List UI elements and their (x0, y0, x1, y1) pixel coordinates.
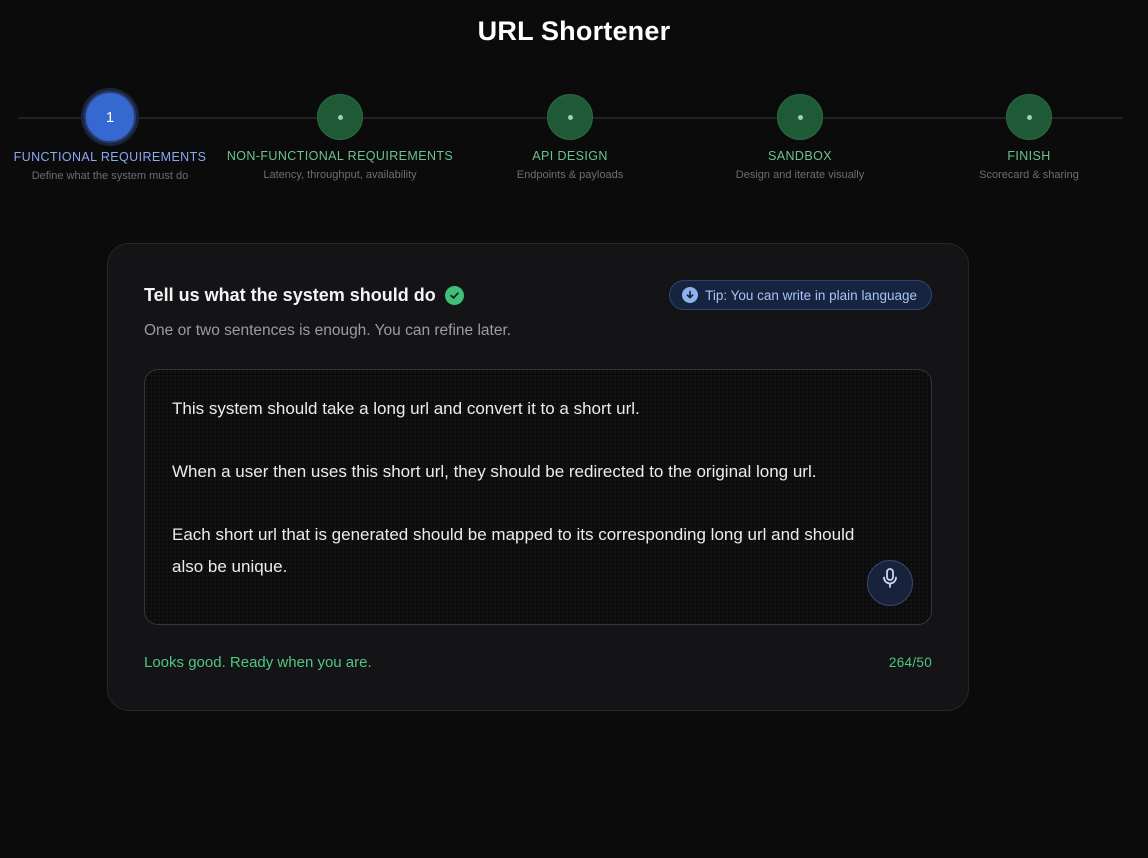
character-counter: 264/50 (888, 655, 932, 670)
step-circle (317, 94, 363, 140)
step-functional-requirements[interactable]: 1 FUNCTIONAL REQUIREMENTS Define what th… (0, 90, 235, 182)
step-description: Scorecard & sharing (979, 169, 1079, 181)
microphone-icon (880, 567, 900, 600)
step-description: Design and iterate visually (735, 169, 865, 181)
step-api-design[interactable]: API DESIGN Endpoints & payloads (445, 90, 695, 181)
step-circle (777, 94, 823, 140)
step-circle (547, 94, 593, 140)
page: URL Shortener 1 FUNCTIONAL REQUIREMENTS … (0, 0, 1148, 858)
dot-icon (567, 114, 573, 120)
textarea-paragraph: This system should take a long url and c… (172, 399, 640, 418)
step-finish[interactable]: FINISH Scorecard & sharing (904, 90, 1148, 181)
requirements-textarea[interactable]: This system should take a long url and c… (144, 369, 932, 625)
check-circle-icon (444, 286, 464, 305)
dot-icon (337, 114, 343, 120)
step-description: Latency, throughput, availability (263, 169, 417, 181)
step-label: FINISH (1007, 149, 1051, 163)
step-description: Endpoints & payloads (516, 169, 624, 181)
step-label: FUNCTIONAL REQUIREMENTS (13, 150, 207, 164)
dot-icon (1026, 114, 1032, 120)
card-subtitle: One or two sentences is enough. You can … (144, 322, 512, 339)
textarea-paragraph: When a user then uses this short url, th… (172, 462, 817, 481)
dot-icon (797, 114, 803, 120)
textarea-paragraph: Each short url that is generated should … (172, 525, 855, 576)
step-label: NON-FUNCTIONAL REQUIREMENTS (226, 149, 454, 163)
step-non-functional-requirements[interactable]: NON-FUNCTIONAL REQUIREMENTS Latency, thr… (215, 90, 465, 181)
step-number-circle: 1 (84, 91, 136, 143)
stepper: 1 FUNCTIONAL REQUIREMENTS Define what th… (0, 90, 1148, 200)
card-header: Tell us what the system should do (144, 285, 464, 306)
step-label: API DESIGN (532, 149, 608, 163)
tip-badge[interactable]: Tip: You can write in plain language (669, 280, 932, 310)
step-circle (1006, 94, 1052, 140)
validation-status: Looks good. Ready when you are. (144, 654, 372, 671)
step-label: SANDBOX (768, 149, 832, 163)
page-title: URL Shortener (477, 16, 671, 46)
step-sandbox[interactable]: SANDBOX Design and iterate visually (675, 90, 925, 181)
card-title: Tell us what the system should do (144, 285, 436, 305)
arrow-down-circle-icon (682, 287, 699, 303)
tip-text: Tip: You can write in plain language (705, 287, 917, 303)
step-description: Define what the system must do (31, 170, 189, 182)
step-number: 1 (105, 108, 115, 126)
microphone-button[interactable] (867, 560, 913, 606)
requirements-card: Tell us what the system should do One or… (107, 243, 969, 711)
